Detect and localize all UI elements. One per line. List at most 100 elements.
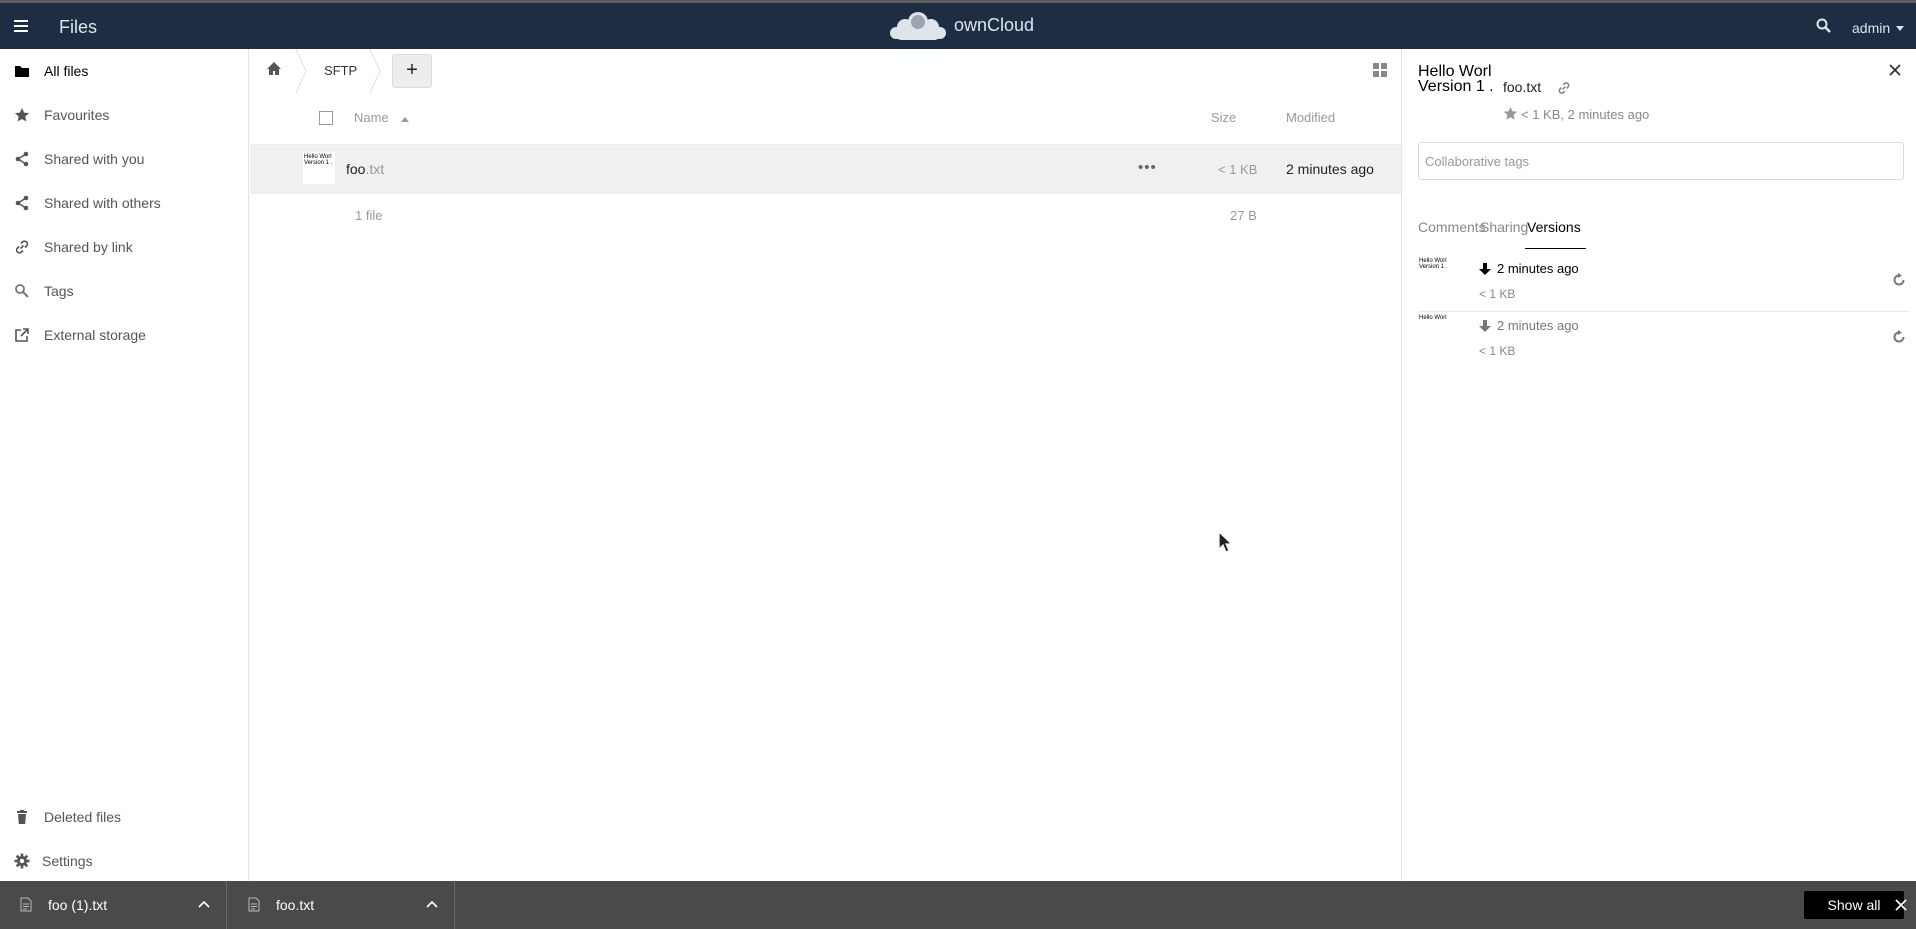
file-row[interactable]: Hello Worl Version 1 . foo.txt ••• < 1 K… <box>250 144 1401 194</box>
nav-label: Shared with you <box>44 151 145 167</box>
thumb-line: Version 1 . <box>1419 264 1448 270</box>
share-icon <box>15 151 29 167</box>
thumb-line: Hello Worl <box>1419 315 1447 321</box>
nav-label: All files <box>44 63 89 79</box>
version-time[interactable]: 2 minutes ago <box>1497 261 1579 276</box>
permalink-icon[interactable] <box>1557 81 1571 95</box>
external-icon <box>15 328 29 342</box>
details-meta: < 1 KB, 2 minutes ago <box>1521 107 1650 122</box>
user-name: admin <box>1852 20 1891 36</box>
nav-settings[interactable]: Settings <box>0 839 249 883</box>
summary-size: 27 B <box>1230 208 1257 223</box>
download-item[interactable]: foo.txt <box>228 881 455 929</box>
file-thumbnail: Hello Worl Version 1 . <box>303 152 335 184</box>
link-icon <box>15 240 29 254</box>
close-icon[interactable] <box>1889 64 1901 76</box>
brand-logo[interactable]: ownCloud <box>888 8 1034 42</box>
nav-all-files[interactable]: All files <box>0 49 249 93</box>
file-summary: 1 file 27 B <box>250 208 1401 238</box>
file-modified: 2 minutes ago <box>1286 161 1374 177</box>
column-modified[interactable]: Modified <box>1286 110 1335 125</box>
folder-icon <box>15 66 29 77</box>
file-extension: .txt <box>365 161 385 177</box>
download-icon[interactable] <box>1479 320 1491 333</box>
file-name[interactable]: foo.txt <box>346 161 384 177</box>
chevron-up-icon[interactable] <box>426 900 438 908</box>
nav-tags[interactable]: Tags <box>0 269 249 313</box>
column-name[interactable]: Name <box>354 110 389 125</box>
chevron-up-icon[interactable] <box>198 900 210 908</box>
nav-external-storage[interactable]: External storage <box>0 313 249 357</box>
user-menu[interactable]: admin <box>1852 20 1905 36</box>
nav-label: External storage <box>44 327 146 343</box>
cloud-icon <box>890 12 946 40</box>
nav-label: Shared with others <box>44 195 161 211</box>
download-item[interactable]: foo (1).txt <box>0 881 227 929</box>
sort-ascending-icon <box>401 117 409 122</box>
collaborative-tags-input[interactable] <box>1418 142 1904 180</box>
nav-label: Favourites <box>44 107 110 123</box>
file-size: < 1 KB <box>1218 162 1258 177</box>
file-basename: foo <box>346 161 366 177</box>
app-name[interactable]: Files <box>59 17 97 38</box>
breadcrumb-separator <box>295 49 307 93</box>
preview-title-line: Version 1 . <box>1418 78 1494 95</box>
tab-versions[interactable]: Versions <box>1525 219 1586 249</box>
version-row: Hello Worl Version 1 . 2 minutes ago < 1… <box>1418 256 1910 312</box>
thumb-line: Version 1 . <box>304 160 333 166</box>
close-icon[interactable] <box>1895 899 1907 911</box>
select-all-checkbox[interactable] <box>319 111 333 125</box>
summary-count: 1 file <box>355 208 383 223</box>
download-icon[interactable] <box>1479 263 1491 276</box>
more-actions-icon[interactable]: ••• <box>1138 159 1157 176</box>
file-list-header: Name Size Modified <box>250 93 1401 143</box>
version-thumbnail: Hello Worl <box>1418 313 1464 351</box>
restore-icon[interactable] <box>1892 273 1906 287</box>
version-time[interactable]: 2 minutes ago <box>1497 318 1579 333</box>
share-icon <box>15 195 29 211</box>
gear-icon <box>14 853 30 869</box>
tab-sharing[interactable]: Sharing <box>1480 219 1528 249</box>
download-name: foo.txt <box>276 897 315 913</box>
controls-bar: SFTP + <box>250 49 1401 93</box>
brand-name: ownCloud <box>954 14 1035 35</box>
mouse-cursor-icon <box>1218 531 1232 553</box>
nav-label: Shared by link <box>44 239 133 255</box>
tag-search-icon <box>15 284 29 298</box>
details-filename: foo.txt <box>1503 79 1542 95</box>
nav-label: Tags <box>44 283 74 299</box>
menu-icon[interactable] <box>14 19 30 33</box>
show-all-button[interactable]: Show all <box>1804 891 1904 919</box>
home-icon[interactable] <box>266 61 282 77</box>
tab-comments[interactable]: Comments <box>1418 219 1486 249</box>
downloads-bar: foo (1).txt foo.txt Show all <box>0 881 1916 929</box>
nav-shared-by-link[interactable]: Shared by link <box>0 225 249 269</box>
star-icon <box>14 108 30 122</box>
favorite-star-icon[interactable] <box>1503 106 1518 121</box>
version-size: < 1 KB <box>1479 344 1516 358</box>
new-button[interactable]: + <box>392 54 432 88</box>
grid-view-icon[interactable] <box>1373 63 1387 77</box>
trash-icon <box>17 810 27 824</box>
details-sidebar: Hello Worl Version 1 . foo.txt < 1 KB, 2… <box>1401 49 1916 881</box>
nav-shared-with-you[interactable]: Shared with you <box>0 137 249 181</box>
app-header: Files ownCloud admin <box>0 3 1916 49</box>
version-size: < 1 KB <box>1479 287 1516 301</box>
nav-deleted-files[interactable]: Deleted files <box>0 795 249 839</box>
version-thumbnail: Hello Worl Version 1 . <box>1418 256 1464 294</box>
divider <box>1418 311 1910 312</box>
nav-label: Settings <box>42 853 93 869</box>
nav-label: Deleted files <box>44 809 122 825</box>
nav-shared-with-others[interactable]: Shared with others <box>0 181 249 225</box>
app-navigation: All files Favourites Shared with you Sha… <box>0 49 249 881</box>
restore-icon[interactable] <box>1892 330 1906 344</box>
search-icon[interactable] <box>1816 18 1832 34</box>
chevron-down-icon <box>1896 25 1905 31</box>
version-row: Hello Worl 2 minutes ago < 1 KB <box>1418 313 1910 369</box>
breadcrumb-separator <box>369 49 381 93</box>
breadcrumb-sftp[interactable]: SFTP <box>324 63 357 78</box>
nav-favourites[interactable]: Favourites <box>0 93 249 137</box>
column-size[interactable]: Size <box>1211 110 1236 125</box>
file-icon <box>248 897 260 912</box>
download-name: foo (1).txt <box>48 897 108 913</box>
